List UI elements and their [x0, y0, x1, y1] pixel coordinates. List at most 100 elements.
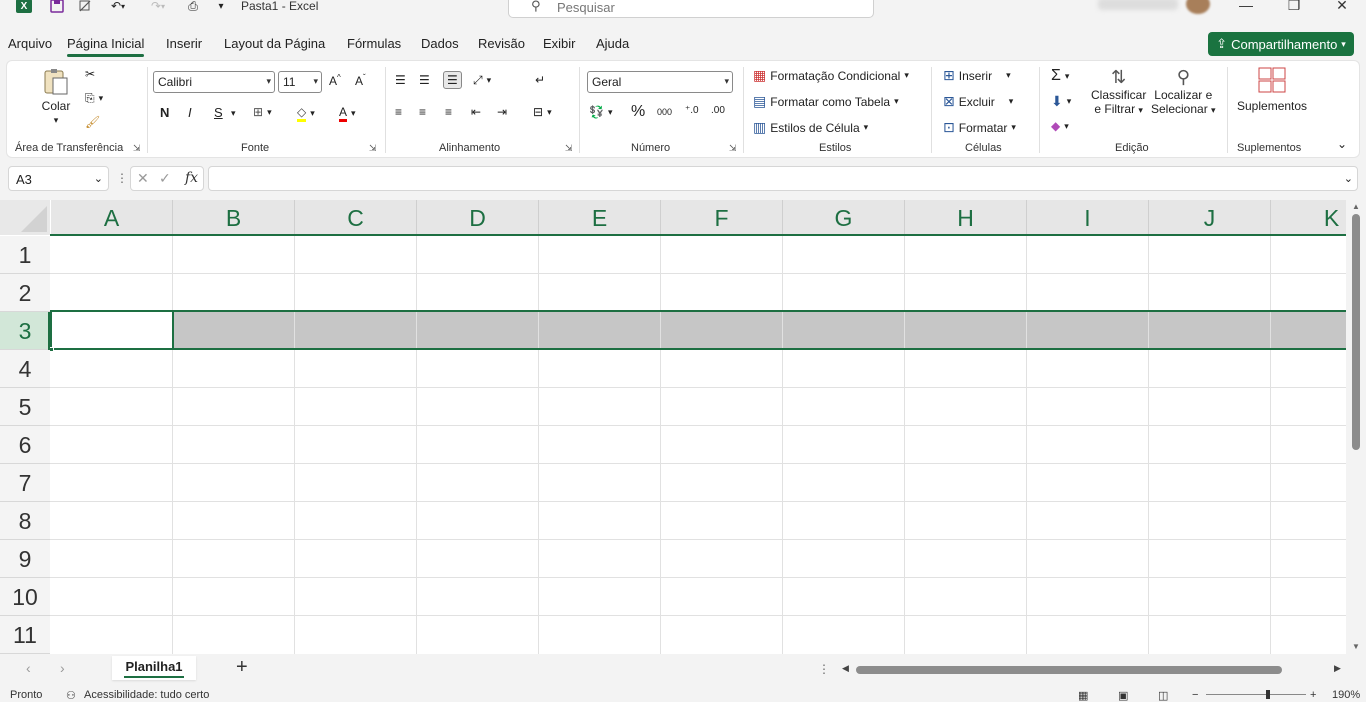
row-header[interactable]: 6	[0, 426, 50, 464]
active-cell[interactable]	[50, 310, 174, 350]
search-input[interactable]: ⚲ Pesquisar	[508, 0, 874, 18]
decrease-font-button[interactable]: Aˇ	[355, 73, 366, 88]
insert-function-button[interactable]: fx	[185, 170, 198, 186]
percent-button[interactable]: %	[631, 103, 645, 121]
expand-formula-icon[interactable]: ⌄	[1344, 172, 1353, 185]
zoom-level[interactable]: 190%	[1332, 689, 1360, 701]
borders-button[interactable]: ⊞ ▾	[253, 105, 272, 119]
row-header[interactable]: 2	[0, 274, 50, 312]
format-cells-button[interactable]: ⊡ Formatar ▾	[943, 119, 1016, 136]
scroll-down-icon[interactable]: ▼	[1352, 642, 1360, 651]
tab-formulas[interactable]: Fórmulas	[347, 36, 401, 51]
column-header[interactable]: H	[905, 200, 1027, 235]
clear-button[interactable]: ◆ ▾	[1051, 119, 1069, 133]
accounting-format-button[interactable]: 💱 ▾	[589, 105, 612, 119]
conditional-formatting-button[interactable]: ▦ Formatação Condicional ▾	[753, 67, 909, 84]
dialog-launcher-icon[interactable]: ⇲	[133, 143, 141, 154]
align-top-button[interactable]: ☰	[395, 73, 406, 87]
font-name-select[interactable]: Calibri ▾	[153, 71, 275, 93]
row-header[interactable]: 7	[0, 464, 50, 502]
accessibility-status[interactable]: Acessibilidade: tudo certo	[84, 689, 209, 701]
tab-dados[interactable]: Dados	[421, 36, 459, 51]
copy-button[interactable]: ⎘ ▾	[85, 91, 103, 106]
orientation-button[interactable]: ⤢ ▾	[473, 73, 491, 88]
column-header[interactable]: D	[417, 200, 539, 235]
column-header[interactable]: F	[661, 200, 783, 235]
zoom-out-icon[interactable]: −	[1192, 689, 1198, 701]
column-header[interactable]: K	[1271, 200, 1346, 235]
sheet-tab[interactable]: Planilha1	[112, 656, 196, 680]
row-header[interactable]: 9	[0, 540, 50, 578]
save-icon[interactable]	[48, 0, 66, 14]
column-header[interactable]: E	[539, 200, 661, 235]
page-break-icon[interactable]: ◫	[1158, 689, 1168, 702]
font-color-button[interactable]: A ▾	[339, 105, 356, 122]
minimize-button[interactable]: —	[1226, 0, 1266, 15]
increase-indent-button[interactable]: ⇥	[497, 105, 507, 119]
restore-button[interactable]: ❐	[1274, 0, 1314, 15]
scroll-left-icon[interactable]: ◀	[842, 663, 849, 674]
row-header[interactable]: 8	[0, 502, 50, 540]
tab-revisao[interactable]: Revisão	[478, 36, 525, 51]
merge-center-button[interactable]: ⊟ ▾	[533, 105, 552, 119]
column-header[interactable]: I	[1027, 200, 1149, 235]
wrap-text-button[interactable]: ↵	[535, 73, 545, 87]
row-header[interactable]: 11	[0, 616, 50, 654]
bold-button[interactable]: N	[160, 105, 169, 120]
undo-icon[interactable]: ↶ ▾	[104, 0, 132, 14]
add-sheet-button[interactable]: +	[236, 656, 248, 679]
tab-exibir[interactable]: Exibir	[543, 36, 576, 51]
fill-color-button[interactable]: ◇ ▾	[297, 105, 315, 122]
align-center-button[interactable]: ≡	[419, 105, 426, 119]
italic-button[interactable]: I	[188, 105, 192, 120]
addins-button[interactable]: Suplementos	[1237, 67, 1307, 113]
font-size-select[interactable]: 11 ▾	[278, 71, 322, 93]
row-header[interactable]: 5	[0, 388, 50, 426]
increase-font-button[interactable]: A^	[329, 73, 341, 88]
format-painter-button[interactable]: 🖌	[85, 115, 100, 129]
page-layout-icon[interactable]: ▣	[1118, 689, 1128, 702]
decrease-indent-button[interactable]: ⇤	[471, 105, 481, 119]
row-header[interactable]: 10	[0, 578, 50, 616]
align-middle-button[interactable]: ☰	[419, 73, 430, 87]
worksheet-grid[interactable]: A B C D E F G H I J K 1 2 3 4 5 6 7 8 9 …	[0, 200, 1346, 654]
insert-cells-button[interactable]: ⊞ Inserir ▾	[943, 67, 1011, 84]
column-header[interactable]: G	[783, 200, 905, 235]
touch-mode-icon[interactable]: ⎙	[184, 0, 202, 14]
cell-styles-button[interactable]: ▥ Estilos de Célula ▾	[753, 119, 868, 136]
scroll-up-icon[interactable]: ▲	[1352, 202, 1360, 211]
prev-sheet-icon[interactable]: ‹	[26, 660, 31, 676]
underline-options-button[interactable]: ▾	[231, 108, 236, 119]
zoom-in-icon[interactable]: +	[1310, 689, 1316, 701]
formula-input[interactable]: ⌄	[208, 166, 1358, 191]
row-header[interactable]: 1	[0, 236, 50, 274]
scroll-thumb[interactable]	[1352, 214, 1360, 450]
tab-pagina-inicial[interactable]: Página Inicial	[67, 36, 145, 57]
collapse-ribbon-button[interactable]: ⌄	[1337, 137, 1347, 151]
column-header[interactable]: J	[1149, 200, 1271, 235]
close-button[interactable]: ✕	[1322, 0, 1362, 15]
tab-inserir[interactable]: Inserir	[166, 36, 202, 51]
horizontal-scroll-thumb[interactable]	[856, 666, 1282, 674]
zoom-slider[interactable]	[1206, 694, 1306, 695]
dialog-launcher-icon[interactable]: ⇲	[369, 143, 377, 154]
autosave-icon[interactable]	[76, 0, 94, 14]
underline-button[interactable]: S	[214, 105, 223, 120]
sort-filter-button[interactable]: ⇅ Classificar e Filtrar ▾	[1091, 67, 1146, 116]
redo-icon[interactable]: ↷ ▾	[144, 0, 172, 14]
scroll-right-icon[interactable]: ▶	[1334, 663, 1341, 674]
align-right-button[interactable]: ≡	[445, 105, 452, 119]
align-left-button[interactable]: ≡	[395, 105, 402, 119]
customize-toolbar-icon[interactable]: ▾	[212, 0, 230, 14]
select-all-button[interactable]	[0, 200, 50, 235]
find-select-button[interactable]: ⚲ Localizar e Selecionar ▾	[1151, 67, 1216, 116]
more-options-icon[interactable]: ⋮	[116, 171, 128, 185]
next-sheet-icon[interactable]: ›	[60, 660, 65, 676]
normal-view-icon[interactable]: ▦	[1078, 689, 1088, 702]
avatar[interactable]	[1186, 0, 1210, 14]
column-header[interactable]: A	[51, 200, 173, 235]
delete-cells-button[interactable]: ⊠ Excluir ▾	[943, 93, 1013, 110]
column-header[interactable]: B	[173, 200, 295, 235]
zoom-slider-thumb[interactable]	[1266, 690, 1270, 699]
row-header[interactable]: 4	[0, 350, 50, 388]
